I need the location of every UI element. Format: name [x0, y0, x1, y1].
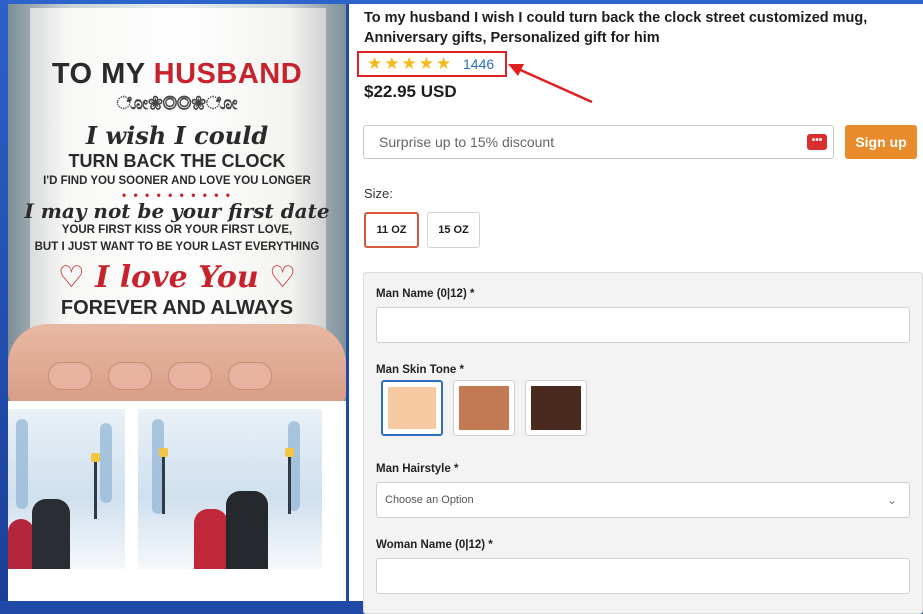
snowy-tree — [100, 423, 112, 503]
discount-placeholder: Surprise up to 15% discount — [379, 134, 555, 150]
chevron-down-icon: ⌄ — [886, 493, 897, 507]
mug-line-sooner: I'D FIND YOU SOONER AND LOVE YOU LONGER — [43, 175, 311, 187]
window-left-edge — [0, 0, 8, 601]
mug-line-clock: TURN BACK THE CLOCK — [68, 151, 286, 171]
man-name-label: Man Name (0|12) * — [376, 288, 475, 300]
hairstyle-label: Man Hairstyle * — [376, 463, 459, 475]
product-title: To my husband I wish I could turn back t… — [364, 10, 868, 46]
man-figure — [32, 499, 70, 569]
finger — [168, 362, 212, 390]
mug-line-first-kiss: YOUR FIRST KISS OR YOUR FIRST LOVE, — [61, 224, 293, 236]
woman-name-input[interactable] — [376, 558, 910, 594]
skin-tone-light[interactable] — [381, 380, 443, 436]
product-price: $22.95 USD — [364, 82, 457, 101]
finger — [228, 362, 272, 390]
size-option-15oz[interactable]: 15 OZ — [427, 212, 480, 248]
skin-tone-medium[interactable] — [453, 380, 515, 436]
man-name-input[interactable] — [376, 307, 910, 343]
street-lamp-icon — [91, 453, 100, 519]
skin-tone-dark[interactable] — [525, 380, 587, 436]
man-figure — [226, 491, 268, 569]
rating-stars-icon: ★★★★★ — [367, 54, 454, 73]
size-label: Size: — [364, 186, 393, 201]
personalization-form: Man Name (0|12) * Man Skin Tone * Man Ha… — [363, 272, 923, 614]
mug-heading: TO MY HUSBAND — [51, 58, 303, 90]
size-option-11oz[interactable]: 11 OZ — [364, 212, 419, 248]
sign-up-button[interactable]: Sign up — [845, 125, 917, 159]
chat-bubble-icon[interactable]: ••• — [807, 134, 827, 150]
rings-ornament-icon: ೋ❀◎◎❀ೋ — [116, 93, 238, 113]
finger — [108, 362, 152, 390]
swatch-fill — [459, 386, 509, 430]
hairstyle-placeholder: Choose an Option — [385, 494, 474, 506]
street-lamp-icon — [285, 448, 294, 514]
skin-tone-label: Man Skin Tone * — [376, 364, 464, 376]
thumbnail-strip — [8, 401, 346, 601]
finger — [48, 362, 92, 390]
review-count-link[interactable]: 1446 — [463, 56, 494, 72]
hairstyle-select[interactable]: Choose an Option ⌄ — [376, 482, 910, 518]
product-details-panel: To my husband I wish I could turn back t… — [349, 4, 923, 614]
mug-line-first-date: I may not be your first date — [24, 199, 330, 223]
swatch-fill — [388, 387, 436, 429]
woman-name-label: Woman Name (0|12) * — [376, 539, 493, 551]
swatch-fill — [531, 386, 581, 430]
mug-line-love-you: ♡ I love You ♡ — [57, 260, 297, 295]
mug-line-forever: FOREVER AND ALWAYS — [60, 297, 294, 319]
mug-line-wish: I wish I could — [85, 121, 269, 150]
woman-figure — [194, 509, 228, 569]
mug-line-last-everything: BUT I JUST WANT TO BE YOUR LAST EVERYTHI… — [34, 241, 320, 253]
red-arrow-annotation — [508, 64, 593, 104]
discount-email-input[interactable]: Surprise up to 15% discount ••• — [363, 125, 834, 159]
woman-figure — [8, 519, 34, 569]
rating-highlight-box[interactable]: ★★★★★ 1446 — [357, 51, 507, 77]
thumbnail-1[interactable] — [8, 409, 125, 569]
street-lamp-icon — [159, 448, 168, 514]
thumbnail-2[interactable] — [138, 409, 322, 569]
hand-holding-mug — [8, 324, 346, 401]
snowy-tree — [16, 419, 28, 509]
